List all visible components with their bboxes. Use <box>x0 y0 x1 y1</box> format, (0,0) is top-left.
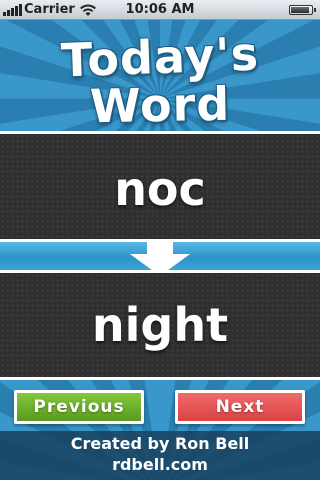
website-link[interactable]: rdbell.com <box>0 455 320 474</box>
battery-icon <box>289 5 316 15</box>
bottom-area: Previous Next Created by Ron Bell rdbell… <box>0 380 320 480</box>
battery-level <box>291 7 309 13</box>
credit-line: Created by Ron Bell <box>70 434 250 453</box>
source-word: noc <box>114 162 206 216</box>
title-line-2: Word <box>89 76 231 132</box>
credit-bar: Created by Ron Bell rdbell.com <box>0 431 320 480</box>
translation-word: night <box>91 298 229 352</box>
next-button[interactable]: Next <box>175 390 305 424</box>
header: Today's Word <box>0 20 320 132</box>
source-word-panel: noc <box>0 131 320 242</box>
status-bar: Carrier 10:06 AM <box>0 0 320 20</box>
previous-button[interactable]: Previous <box>14 390 144 424</box>
translation-panel: night <box>0 270 320 380</box>
clock: 10:06 AM <box>125 2 195 17</box>
